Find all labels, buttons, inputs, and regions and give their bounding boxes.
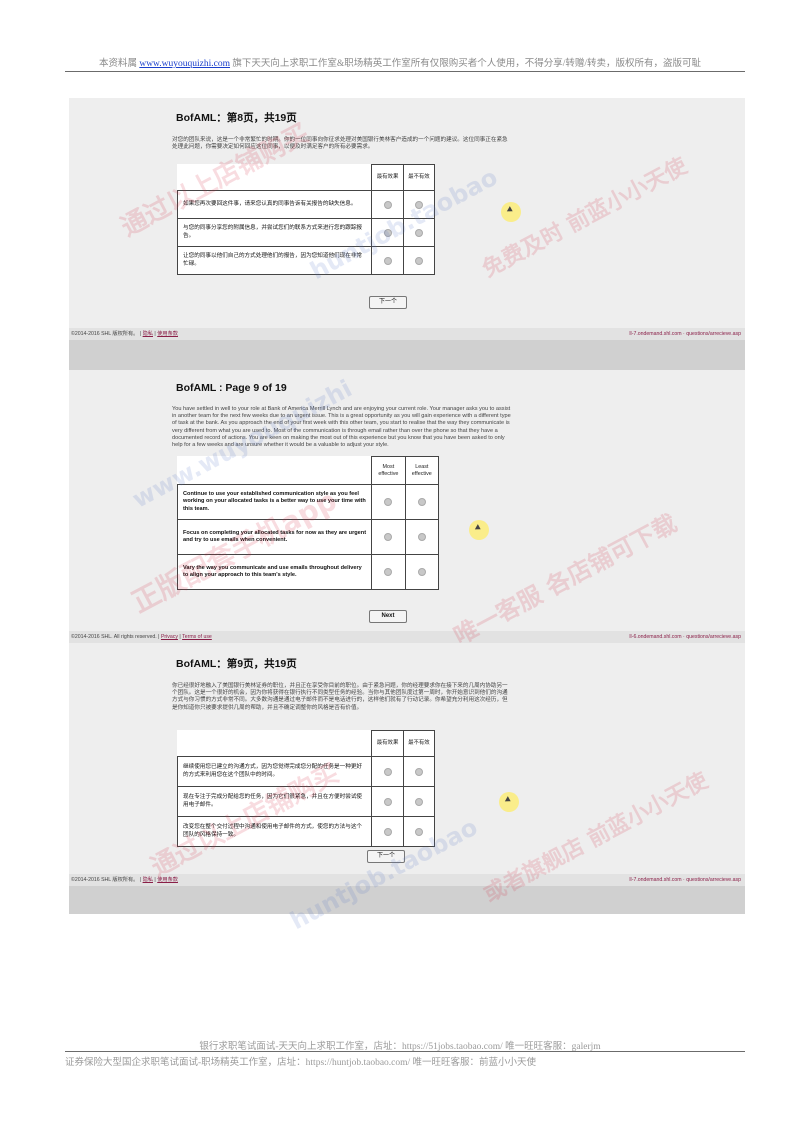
- footer-url: ll-7.ondemand.shl.com · questions/arreci…: [629, 877, 741, 883]
- radio-least[interactable]: [417, 568, 426, 576]
- option-text: 与您的同事分享您的附属信息，并尝试您们的联系方式来进行您的跟踪报告。: [176, 218, 373, 247]
- col-least-effective: Least effective: [404, 456, 440, 485]
- terms-link[interactable]: 使用条款: [157, 877, 178, 883]
- privacy-link[interactable]: 隐私: [143, 331, 153, 337]
- mouse-cursor-icon: [499, 792, 519, 812]
- header-link[interactable]: www.wuyouquizhi.com: [139, 59, 230, 69]
- footer-bar: ©2014-2016 SHL. All rights reserved. | P…: [69, 631, 745, 643]
- answer-table: 最有效果 最不有效 继续使用您已建立的沟通方式，因为您觉得完成您分配的任务是一种…: [176, 730, 436, 847]
- table-row: 现在专注于完成分配给您的任务，因为它们很紧急，并且在方便时尝试使用电子邮件。: [176, 786, 436, 817]
- gray-bar: [69, 340, 745, 370]
- col-most-effective: Most effective: [371, 456, 406, 485]
- option-text: 改变您在整个交付过程中沟通和使用电子邮件的方式，使您的方法与这个团队的风格保持一…: [176, 816, 373, 847]
- question-intro: 对您的团队来说，这是一个非常繁忙的时期。你的一位同事向你征求处理对美国银行美林客…: [172, 137, 508, 151]
- screenshot-panel-1: BofAML：第8页，共19页 对您的团队来说，这是一个非常繁忙的时期。你的一位…: [69, 98, 745, 370]
- page-footer-line1: 银行求职笔试面试-天天向上求职工作室，店址：https://51jobs.tao…: [199, 1042, 601, 1052]
- radio-most[interactable]: [383, 256, 392, 265]
- radio-most[interactable]: [384, 498, 393, 506]
- footer-bar: ©2014-2016 SHL 版权所有。 | 隐私 | 使用条款 ll-7.on…: [69, 328, 745, 340]
- radio-least[interactable]: [417, 498, 426, 506]
- radio-least[interactable]: [414, 200, 423, 209]
- option-text: Vary the way you communicate and use ema…: [176, 554, 373, 590]
- question-intro: 你已经很好地融入了美国银行美林证券的职位，并且正在享受你目前的职位。由于紧急问题…: [172, 683, 508, 711]
- next-button[interactable]: Next: [369, 610, 407, 623]
- footer-rule: [65, 1051, 745, 1052]
- table-row: 如果您再次要回这件事，请来您认真的同事告诉有关报告的缺失信息。: [176, 190, 436, 219]
- radio-most[interactable]: [384, 568, 393, 576]
- col-most-effective: 最有效果: [371, 164, 404, 191]
- answer-table: Most effective Least effective Continue …: [176, 456, 440, 590]
- next-button[interactable]: 下一个: [369, 296, 407, 309]
- header-rule: [65, 71, 745, 72]
- footer-bar: ©2014-2016 SHL 版权所有。 | 隐私 | 使用条款 ll-7.on…: [69, 874, 745, 886]
- radio-most[interactable]: [383, 827, 392, 836]
- option-text: 让您的同事以他们自己的方式处理他们的报告，因为您知道他们现在非常忙碌。: [176, 246, 373, 275]
- mouse-cursor-icon: [501, 202, 521, 222]
- page-footer-line2: 证券保险大型国企求职笔试面试-职场精英工作室，店址：https://huntjo…: [65, 1058, 537, 1068]
- radio-most[interactable]: [384, 533, 393, 541]
- option-text: Continue to use your established communi…: [176, 484, 373, 520]
- table-row: 继续使用您已建立的沟通方式，因为您觉得完成您分配的任务是一种更好的方式来利用您在…: [176, 756, 436, 787]
- col-most-effective: 最有效果: [371, 730, 404, 757]
- terms-link[interactable]: Terms of use: [182, 634, 212, 640]
- page-header: 本资料属 www.wuyouquizhi.com 旗下天天向上求职工作室&职场精…: [98, 59, 702, 69]
- table-row: Continue to use your established communi…: [176, 484, 440, 520]
- terms-link[interactable]: 使用条款: [157, 331, 178, 337]
- table-row: Focus on completing your allocated tasks…: [176, 519, 440, 555]
- radio-most[interactable]: [383, 797, 392, 806]
- table-row: 改变您在整个交付过程中沟通和使用电子邮件的方式，使您的方法与这个团队的风格保持一…: [176, 816, 436, 847]
- radio-least[interactable]: [414, 767, 423, 776]
- next-button[interactable]: 下一个: [367, 850, 405, 863]
- footer-url: ll-7.ondemand.shl.com · questions/arreci…: [629, 331, 741, 337]
- screenshot-panel-2: BofAML : Page 9 of 19 You have settled i…: [69, 370, 745, 644]
- gray-bar: [69, 886, 745, 914]
- table-row: 让您的同事以他们自己的方式处理他们的报告，因为您知道他们现在非常忙碌。: [176, 246, 436, 275]
- option-text: 继续使用您已建立的沟通方式，因为您觉得完成您分配的任务是一种更好的方式来利用您在…: [176, 756, 373, 787]
- radio-least[interactable]: [417, 533, 426, 541]
- question-intro: You have settled in well to your role at…: [172, 406, 511, 449]
- option-text: 现在专注于完成分配给您的任务，因为它们很紧急，并且在方便时尝试使用电子邮件。: [176, 786, 373, 817]
- question-title: BofAML：第9页，共19页: [176, 658, 297, 670]
- radio-least[interactable]: [414, 797, 423, 806]
- radio-least[interactable]: [414, 228, 423, 237]
- col-least-effective: 最不有效: [402, 164, 436, 191]
- question-title: BofAML : Page 9 of 19: [176, 382, 287, 394]
- option-text: Focus on completing your allocated tasks…: [176, 519, 373, 555]
- table-row: 与您的同事分享您的附属信息，并尝试您们的联系方式来进行您的跟踪报告。: [176, 218, 436, 247]
- privacy-link[interactable]: 隐私: [143, 877, 153, 883]
- footer-url: ll-6.ondemand.shl.com · questions/arreci…: [629, 634, 741, 640]
- col-least-effective: 最不有效: [402, 730, 436, 757]
- radio-most[interactable]: [383, 228, 392, 237]
- radio-least[interactable]: [414, 256, 423, 265]
- question-title: BofAML：第8页，共19页: [176, 112, 297, 124]
- answer-table: 最有效果 最不有效 如果您再次要回这件事，请来您认真的同事告诉有关报告的缺失信息…: [176, 164, 436, 275]
- radio-least[interactable]: [414, 827, 423, 836]
- option-text: 如果您再次要回这件事，请来您认真的同事告诉有关报告的缺失信息。: [176, 190, 373, 219]
- screenshot-panel-3: BofAML：第9页，共19页 你已经很好地融入了美国银行美林证券的职位，并且正…: [69, 644, 745, 914]
- radio-most[interactable]: [383, 200, 392, 209]
- radio-most[interactable]: [383, 767, 392, 776]
- table-row: Vary the way you communicate and use ema…: [176, 554, 440, 590]
- mouse-cursor-icon: [469, 520, 489, 540]
- privacy-link[interactable]: Privacy: [161, 634, 178, 640]
